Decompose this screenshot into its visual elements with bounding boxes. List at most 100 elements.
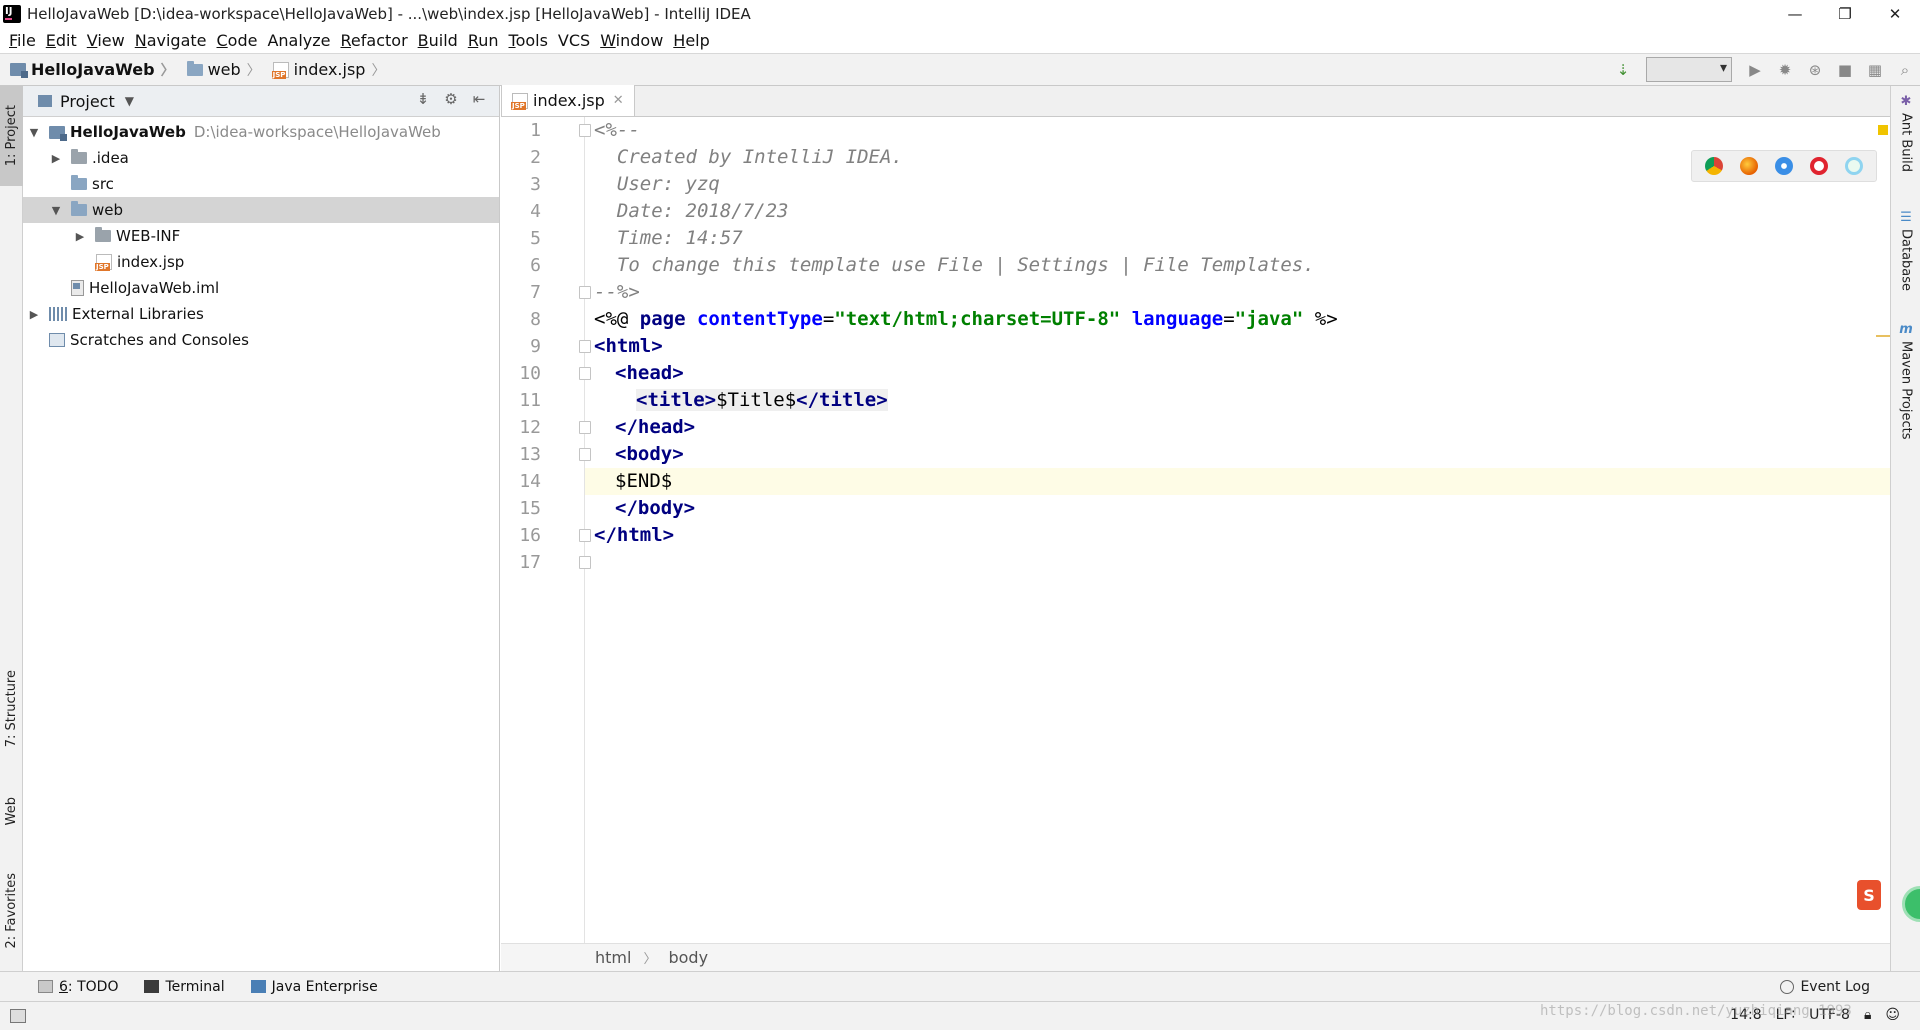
debug-icon[interactable]: ✹ [1770,57,1800,83]
source-folder-icon [71,175,87,190]
line-number: 6 [530,255,541,276]
tree-item-external-libraries[interactable]: ▶ External Libraries [23,301,499,327]
tool-java-enterprise[interactable]: Java Enterprise [250,979,378,995]
tab-web[interactable]: Web [0,781,23,841]
scratches-icon [49,333,65,347]
menu-navigate[interactable]: Navigate [130,31,212,50]
code-line: <%@ page contentType="text/html;charset=… [594,308,1338,330]
tab-project[interactable]: 1: Project [0,86,23,186]
collapse-all-icon[interactable]: ⇟ [409,90,437,108]
internet-explorer-icon[interactable] [1845,157,1864,175]
breadcrumb-file[interactable]: index.jsp 〉 [271,60,394,80]
tree-item-web-inf[interactable]: ▶ WEB-INF [23,223,499,249]
tree-item-root[interactable]: ▼ HelloJavaWeb D:\idea-workspace\HelloJa… [23,119,499,145]
menu-build[interactable]: Build [413,31,463,50]
chevron-right-icon[interactable]: ▶ [49,152,63,165]
menu-window[interactable]: Window [595,31,668,50]
tree-item-idea[interactable]: ▶ .idea [23,145,499,171]
firefox-icon[interactable] [1739,157,1758,175]
code-editor[interactable]: 1 2 3 4 5 6 7 8 9 10 11 12 13 14 15 16 1… [501,117,1890,943]
tool-event-log[interactable]: Event Log [1780,979,1870,995]
menu-code[interactable]: Code [212,31,263,50]
jsp-file-icon [271,61,289,79]
ant-icon: ✱ [1900,94,1912,109]
tool-todo[interactable]: 6: TODO [38,979,118,995]
chevron-right-icon[interactable]: ▶ [73,230,87,243]
tool-windows-toggle-icon[interactable] [10,1009,26,1023]
gear-icon[interactable]: ⚙ [437,90,465,108]
stop-icon[interactable]: ■ [1830,57,1860,83]
build-icon[interactable]: ⇣ [1608,57,1638,83]
chevron-down-icon[interactable]: ▼ [27,126,41,139]
breadcrumb-project[interactable]: HelloJavaWeb 〉 [10,60,183,80]
run-configuration-select[interactable] [1646,57,1732,82]
tab-ant-build[interactable]: ✱ Ant Build [1891,94,1920,172]
folder-icon [95,227,111,242]
menu-vcs[interactable]: VCS [553,31,595,50]
project-panel: Project ▼ ⇟ ⚙ ⇤ ▼ HelloJavaWeb D:\idea-w… [23,86,500,971]
line-number: 15 [519,498,541,519]
tree-item-src[interactable]: src [23,171,499,197]
project-view-selector[interactable]: Project [60,92,115,111]
tool-terminal[interactable]: Terminal [144,979,225,995]
menu-view[interactable]: View [82,31,130,50]
tab-maven-projects[interactable]: m Maven Projects [1891,322,1920,440]
search-icon[interactable]: ⌕ [1890,57,1920,83]
menu-run[interactable]: Run [463,31,504,50]
editor-breadcrumb: html 〉 body [501,943,1890,971]
iml-file-icon [71,280,84,296]
safari-icon[interactable] [1774,157,1793,175]
menu-file[interactable]: File [4,31,41,50]
opera-icon[interactable] [1810,157,1829,175]
code-line: <head> [615,362,684,384]
close-tab-icon[interactable]: ✕ [613,93,624,108]
menu-refactor[interactable]: Refactor [336,31,413,50]
hide-panel-icon[interactable]: ⇤ [465,90,493,108]
code-line: <title>$Title$</title> [636,389,888,411]
tab-structure[interactable]: 7: Structure [0,654,23,764]
tab-index-jsp[interactable]: index.jsp ✕ [501,85,635,116]
run-icon[interactable]: ▶ [1740,57,1770,83]
chevron-down-icon[interactable]: ▼ [125,94,134,108]
project-structure-icon[interactable]: ▦ [1860,57,1890,83]
title-bar: HelloJavaWeb [D:\idea-workspace\HelloJav… [0,0,1920,27]
menu-tools[interactable]: Tools [504,31,553,50]
todo-icon [38,980,53,993]
editor-gutter: 1 2 3 4 5 6 7 8 9 10 11 12 13 14 15 16 1… [501,117,591,943]
navigation-bar: HelloJavaWeb 〉 web 〉 index.jsp 〉 ⇣ ▶ ✹ ⊛… [0,53,1920,86]
breadcrumb-body[interactable]: body [668,948,708,967]
terminal-icon [144,980,160,993]
menu-analyze[interactable]: Analyze [262,31,335,50]
tree-item-web[interactable]: ▼ web [23,197,499,223]
chrome-icon[interactable] [1704,157,1723,175]
breadcrumb-web[interactable]: web 〉 [186,60,269,80]
code-line: </html> [594,524,675,546]
folder-icon [71,149,87,164]
tab-database[interactable]: ☰ Database [1891,210,1920,291]
minimize-button[interactable]: — [1770,0,1820,27]
tree-item-index-jsp[interactable]: index.jsp [23,249,499,275]
chevron-down-icon[interactable]: ▼ [49,204,63,217]
chevron-right-icon[interactable]: ▶ [27,308,41,321]
analysis-status-marker[interactable] [1878,125,1888,135]
chevron-right-icon: 〉 [246,62,261,79]
browser-preview-bar [1691,150,1877,182]
coverage-icon[interactable]: ⊛ [1800,57,1830,83]
tab-favorites[interactable]: 2: Favorites [0,856,23,966]
tree-item-scratches[interactable]: Scratches and Consoles [23,327,499,353]
error-stripe-marker[interactable] [1876,335,1890,337]
menu-help[interactable]: Help [668,31,714,50]
breadcrumb-html[interactable]: html [595,948,631,967]
close-button[interactable]: ✕ [1870,0,1920,27]
tree-item-iml[interactable]: HelloJavaWeb.iml [23,275,499,301]
menu-bar: File Edit View Navigate Code Analyze Ref… [0,27,1920,53]
hector-icon[interactable]: ☺ [1885,1007,1900,1023]
lock-icon[interactable]: 🔒︎ [1864,1007,1871,1023]
libraries-icon [49,307,67,321]
maximize-button[interactable]: ❐ [1820,0,1870,27]
menu-edit[interactable]: Edit [41,31,82,50]
code-line: <body> [615,443,684,465]
line-number: 17 [519,552,541,573]
code-area[interactable]: <%-- Created by IntelliJ IDEA. User: yzq… [585,117,1890,943]
